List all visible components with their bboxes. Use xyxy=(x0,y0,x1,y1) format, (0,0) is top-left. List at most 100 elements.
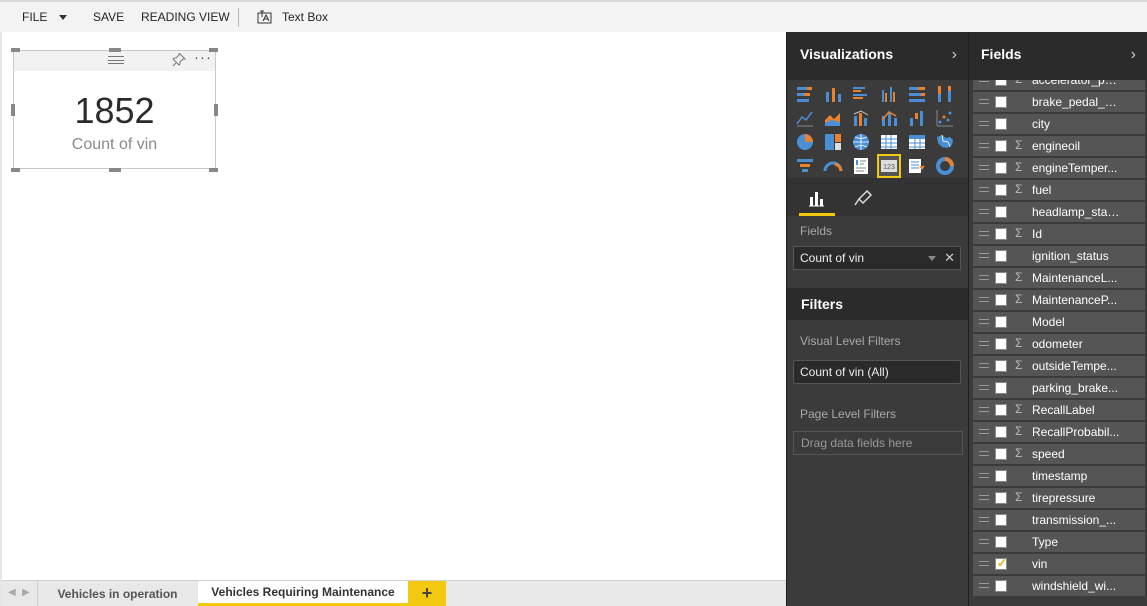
donut-chart-icon[interactable] xyxy=(935,156,955,176)
stacked-area-chart-icon[interactable] xyxy=(851,108,871,128)
area-chart-icon[interactable] xyxy=(823,108,843,128)
drag-grip-icon[interactable] xyxy=(108,56,124,64)
resize-handle-nw[interactable] xyxy=(11,48,20,52)
field-checkbox[interactable] xyxy=(995,536,1007,548)
field-item[interactable]: ignition_status xyxy=(973,246,1145,266)
pin-icon[interactable] xyxy=(172,51,187,70)
resize-handle-s[interactable] xyxy=(109,168,121,172)
filled-map-icon[interactable] xyxy=(935,132,955,152)
chevron-right-icon[interactable]: › xyxy=(1131,46,1136,64)
text-box-button[interactable]: Text Box xyxy=(257,2,328,32)
card-visual[interactable]: ··· 1852 Count of vin xyxy=(13,49,216,169)
drag-grip-icon[interactable] xyxy=(979,473,989,478)
multi-row-card-icon[interactable] xyxy=(851,156,871,176)
table-icon[interactable] xyxy=(879,132,899,152)
visual-level-filter-item[interactable]: Count of vin (All) xyxy=(793,360,961,384)
waterfall-chart-icon[interactable] xyxy=(907,108,927,128)
field-item[interactable]: Σ RecallProbabil... xyxy=(973,422,1145,442)
field-checkbox[interactable] xyxy=(995,470,1007,482)
card-visual-type-selected[interactable]: 123 xyxy=(877,154,901,178)
field-item[interactable]: ΣengineTemper... xyxy=(973,158,1145,178)
drag-grip-icon[interactable] xyxy=(979,583,989,588)
100-stacked-bar-chart-icon[interactable] xyxy=(907,84,927,104)
field-item[interactable]: brake_pedal_s... xyxy=(973,92,1145,112)
field-checkbox[interactable] xyxy=(995,272,1007,284)
fields-tab[interactable] xyxy=(799,186,835,216)
dropdown-arrow-icon[interactable] xyxy=(928,256,936,261)
drag-grip-icon[interactable] xyxy=(979,539,989,544)
field-item[interactable]: vin xyxy=(973,554,1145,574)
field-checkbox[interactable] xyxy=(995,162,1007,174)
field-checkbox[interactable] xyxy=(995,514,1007,526)
map-icon[interactable] xyxy=(851,132,871,152)
field-checkbox[interactable] xyxy=(995,250,1007,262)
field-checkbox[interactable] xyxy=(995,140,1007,152)
resize-handle-e[interactable] xyxy=(214,104,218,116)
field-checkbox[interactable] xyxy=(995,580,1007,592)
field-item[interactable]: Σ MaintenanceL... xyxy=(973,268,1145,288)
field-item[interactable]: transmission_... xyxy=(973,510,1145,530)
field-checkbox[interactable] xyxy=(995,556,1007,570)
funnel-chart-icon[interactable] xyxy=(795,156,815,176)
field-item[interactable]: Σaccelerator_pe... xyxy=(973,80,1145,90)
drag-grip-icon[interactable] xyxy=(979,187,989,192)
format-tab[interactable] xyxy=(845,186,881,216)
field-item[interactable]: Σodometer xyxy=(973,334,1145,354)
drag-grip-icon[interactable] xyxy=(979,297,989,302)
tab-scroll-right-icon[interactable]: ▶ xyxy=(22,587,30,598)
stacked-bar-chart-icon[interactable] xyxy=(795,84,815,104)
resize-handle-ne[interactable] xyxy=(209,48,218,52)
drag-grip-icon[interactable] xyxy=(979,451,989,456)
file-menu-button[interactable]: FILE xyxy=(22,2,68,32)
drag-grip-icon[interactable] xyxy=(979,165,989,170)
field-item[interactable]: city xyxy=(973,114,1145,134)
drag-grip-icon[interactable] xyxy=(979,561,989,566)
field-item[interactable]: Σengineoil xyxy=(973,136,1145,156)
field-checkbox[interactable] xyxy=(995,492,1007,504)
field-checkbox[interactable] xyxy=(995,118,1007,130)
field-checkbox[interactable] xyxy=(995,382,1007,394)
field-item[interactable]: timestamp xyxy=(973,466,1145,486)
tab-scroll-left-icon[interactable]: ◀ xyxy=(8,587,16,598)
treemap-icon[interactable] xyxy=(823,132,843,152)
drag-grip-icon[interactable] xyxy=(979,429,989,434)
drag-grip-icon[interactable] xyxy=(979,275,989,280)
pie-chart-icon[interactable] xyxy=(795,132,815,152)
stacked-column-chart-icon[interactable] xyxy=(823,84,843,104)
drag-grip-icon[interactable] xyxy=(979,253,989,258)
remove-icon[interactable]: ✕ xyxy=(944,250,955,266)
field-item[interactable]: Σ Id xyxy=(973,224,1145,244)
resize-handle-sw[interactable] xyxy=(11,168,20,172)
field-checkbox[interactable] xyxy=(995,316,1007,328)
tab-vehicles-in-operation[interactable]: Vehicles in operation xyxy=(37,581,197,606)
field-checkbox[interactable] xyxy=(995,294,1007,306)
field-checkbox[interactable] xyxy=(995,426,1007,438)
line-and-column-chart-icon[interactable] xyxy=(879,108,899,128)
field-checkbox[interactable] xyxy=(995,404,1007,416)
drag-grip-icon[interactable] xyxy=(979,517,989,522)
field-item[interactable]: ΣoutsideTempe... xyxy=(973,356,1145,376)
field-item[interactable]: parking_brake... xyxy=(973,378,1145,398)
reading-view-button[interactable]: READING VIEW xyxy=(141,2,230,32)
drag-grip-icon[interactable] xyxy=(979,99,989,104)
field-item[interactable]: Model xyxy=(973,312,1145,332)
drag-grip-icon[interactable] xyxy=(979,209,989,214)
field-checkbox[interactable] xyxy=(995,448,1007,460)
scatter-chart-icon[interactable] xyxy=(935,108,955,128)
drag-grip-icon[interactable] xyxy=(979,407,989,412)
drag-grip-icon[interactable] xyxy=(979,80,989,82)
drag-grip-icon[interactable] xyxy=(979,495,989,500)
field-item[interactable]: Σtirepressure xyxy=(973,488,1145,508)
drag-grip-icon[interactable] xyxy=(979,341,989,346)
drag-grip-icon[interactable] xyxy=(979,363,989,368)
field-checkbox[interactable] xyxy=(995,338,1007,350)
field-checkbox[interactable] xyxy=(995,360,1007,372)
field-item[interactable]: windshield_wi... xyxy=(973,576,1145,596)
field-item[interactable]: Σ RecallLabel xyxy=(973,400,1145,420)
drag-grip-icon[interactable] xyxy=(979,319,989,324)
resize-handle-n[interactable] xyxy=(109,48,121,52)
matrix-icon[interactable] xyxy=(907,132,927,152)
add-page-button[interactable]: + xyxy=(408,581,446,606)
field-item[interactable]: Σspeed xyxy=(973,444,1145,464)
field-checkbox[interactable] xyxy=(995,184,1007,196)
